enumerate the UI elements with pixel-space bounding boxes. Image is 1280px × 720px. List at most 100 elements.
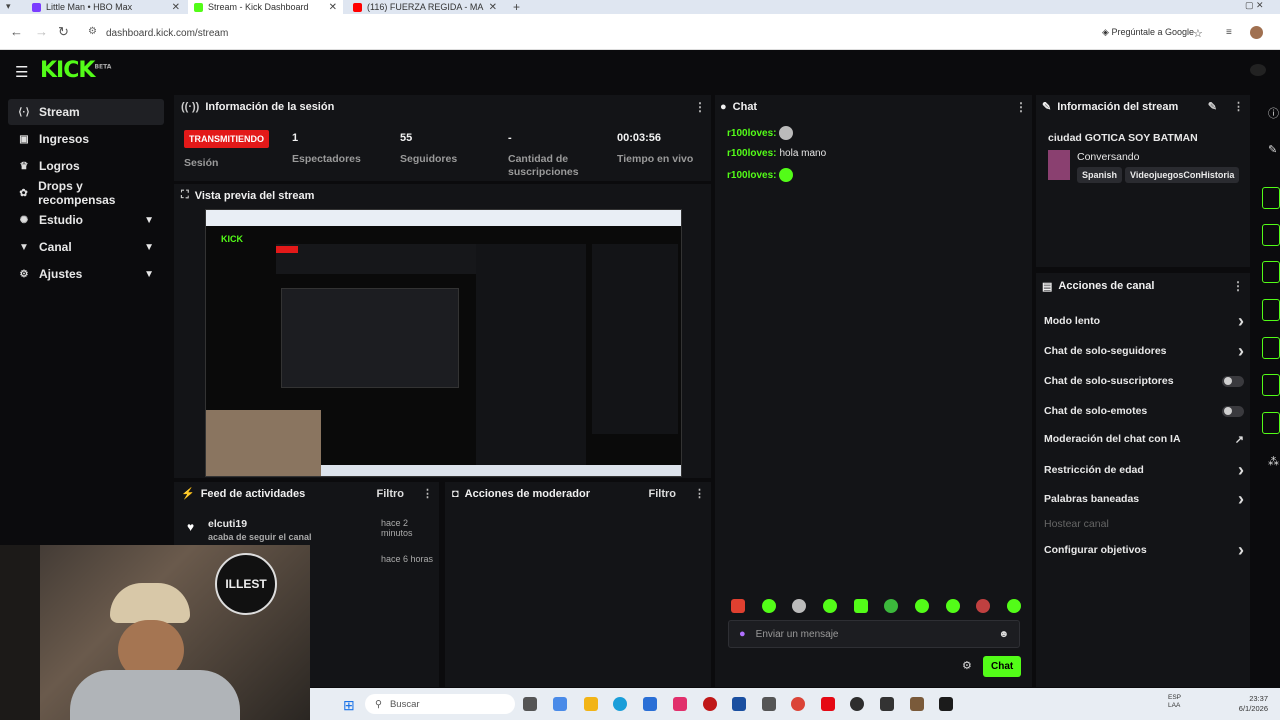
microphone-icon[interactable]: ● [739, 628, 746, 640]
bookmark-star-icon[interactable]: ☆ [1193, 27, 1203, 40]
sidebar-item-ajustes[interactable]: ⚙ Ajustes ▼ [8, 261, 164, 287]
more-options-icon[interactable]: ⋮ [1232, 279, 1244, 293]
more-options-icon[interactable]: ⋮ [422, 487, 433, 500]
taskbar-search[interactable]: ⚲ Buscar [365, 694, 515, 714]
app-icon[interactable] [880, 697, 894, 711]
emote-icon[interactable] [853, 599, 868, 613]
sidebar-item-canal[interactable]: ▼ Canal ▼ [8, 234, 164, 260]
emoji-picker-icon[interactable]: ☻ [998, 629, 1009, 640]
tab-list-icon[interactable]: ▾ [6, 1, 11, 12]
ask-google-button[interactable]: ◈ Pregúntale a Google [1102, 27, 1194, 38]
rail-button[interactable] [1262, 374, 1280, 396]
channel-action-label: Palabras baneadas [1044, 493, 1140, 505]
channel-action-item[interactable]: Chat de solo-emotes [1044, 404, 1244, 418]
toggle-switch[interactable] [1222, 375, 1244, 387]
emote-icon[interactable] [884, 599, 899, 613]
emote-icon[interactable] [761, 599, 776, 613]
forward-icon[interactable]: → [35, 24, 48, 39]
rail-button[interactable] [1262, 224, 1280, 246]
emote-icon[interactable] [914, 599, 929, 613]
rail-button[interactable] [1262, 299, 1280, 321]
url-field[interactable]: ⚙ dashboard.kick.com/stream [80, 20, 1190, 46]
pencil-icon[interactable]: ✎ [1268, 143, 1277, 156]
kick-app-icon[interactable] [939, 697, 953, 711]
back-icon[interactable]: ← [10, 24, 23, 39]
browser-tab-youtube[interactable]: (116) FUERZA REGIDA - MA ✕ [347, 0, 503, 14]
browser-tab-hbo[interactable]: Little Man • HBO Max ✕ [26, 0, 186, 14]
emote-icon[interactable] [792, 599, 807, 613]
task-view-icon[interactable] [523, 697, 537, 711]
channel-action-item[interactable]: Configurar objetivos › [1044, 540, 1244, 560]
channel-action-item[interactable]: Modo lento › [1044, 311, 1244, 331]
channel-action-item[interactable]: Palabras baneadas › [1044, 489, 1244, 509]
more-options-icon[interactable]: ⋮ [1233, 100, 1244, 113]
more-options-icon[interactable]: ⋮ [694, 487, 705, 500]
chat-username[interactable]: r100loves: [727, 128, 776, 139]
sidebar-item-estudio[interactable]: ✺ Estudio ▼ [8, 207, 164, 233]
emote-icon[interactable] [1006, 599, 1021, 613]
copilot-icon[interactable] [553, 697, 567, 711]
activity-filter-button[interactable]: Filtro [377, 488, 405, 500]
netflix-icon[interactable] [821, 697, 835, 711]
activity-user[interactable]: elcuti19 [208, 518, 247, 530]
chat-username[interactable]: r100loves: [727, 148, 776, 159]
more-options-icon[interactable]: ⋮ [1015, 100, 1027, 114]
kick-topbar [0, 50, 1280, 92]
rail-button[interactable] [1262, 412, 1280, 434]
sidebar-item-drops[interactable]: ✿ Drops y recompensas [8, 179, 164, 207]
emote-icon[interactable] [731, 599, 745, 613]
chat-settings-icon[interactable]: ⚙ [962, 659, 972, 672]
site-info-icon[interactable]: ⚙ [88, 26, 97, 37]
close-tab-icon[interactable]: ✕ [172, 2, 180, 13]
file-explorer-icon[interactable] [584, 697, 598, 711]
hamburger-menu-icon[interactable]: ☰ [15, 63, 28, 81]
store-icon[interactable] [643, 697, 657, 711]
chat-input[interactable]: ● Enviar un mensaje ☻ [728, 620, 1020, 648]
extensions-icon[interactable]: ≡ [1226, 27, 1232, 38]
rail-button[interactable] [1262, 337, 1280, 359]
taskbar-time[interactable]: 23:37 [1232, 694, 1268, 703]
chrome-icon[interactable] [791, 697, 805, 711]
taskbar-language[interactable]: ESP LAA [1168, 694, 1188, 710]
profile-avatar[interactable] [1250, 26, 1263, 39]
sidebar-item-stream[interactable]: ⟨·⟩ Stream [8, 99, 164, 125]
sidebar-item-logros[interactable]: ♛ Logros [8, 153, 164, 179]
app-icon[interactable] [910, 697, 924, 711]
app-icon[interactable] [703, 697, 717, 711]
app-icon[interactable] [762, 697, 776, 711]
toggle-switch[interactable] [1222, 405, 1244, 417]
share-icon[interactable]: ⁂ [1268, 455, 1279, 468]
browser-tab-kick[interactable]: Stream - Kick Dashboard ✕ [188, 0, 343, 14]
app-icon[interactable] [732, 697, 746, 711]
emote-icon[interactable] [822, 599, 837, 613]
moderator-filter-button[interactable]: Filtro [649, 488, 677, 500]
taskbar-date[interactable]: 6/1/2026 [1226, 704, 1268, 713]
rail-button[interactable] [1262, 261, 1280, 283]
kick-logo[interactable]: KICKBETA [40, 58, 111, 83]
channel-action-item[interactable]: Restricción de edad › [1044, 460, 1244, 480]
sidebar-item-ingresos[interactable]: ▣ Ingresos [8, 126, 164, 152]
close-tab-icon[interactable]: ✕ [329, 2, 337, 13]
close-tab-icon[interactable]: ✕ [489, 2, 497, 13]
emote-icon[interactable] [976, 599, 991, 613]
edit-icon[interactable]: ✎ [1208, 100, 1217, 113]
reload-icon[interactable]: ↻ [58, 24, 69, 40]
channel-action-item[interactable]: Moderación del chat con IA ↗ [1044, 432, 1244, 446]
instagram-icon[interactable] [673, 697, 687, 711]
channel-action-item[interactable]: Chat de solo-suscriptores [1044, 374, 1244, 388]
channel-action-item[interactable]: Chat de solo-seguidores › [1044, 341, 1244, 361]
stream-preview-video[interactable]: KICK [205, 209, 682, 477]
edge-icon[interactable] [613, 697, 627, 711]
stream-category[interactable]: Conversando [1077, 151, 1139, 163]
rail-button[interactable] [1262, 187, 1280, 209]
user-avatar[interactable] [1250, 64, 1266, 76]
more-options-icon[interactable]: ⋮ [694, 100, 706, 114]
window-controls-icon[interactable]: ▢ ✕ [1245, 0, 1264, 11]
new-tab-icon[interactable]: + [513, 0, 520, 14]
info-icon[interactable]: ⓘ [1268, 105, 1279, 121]
app-icon[interactable] [850, 697, 864, 711]
send-chat-button[interactable]: Chat [983, 656, 1022, 677]
windows-start-icon[interactable]: ⊞ [343, 697, 355, 714]
emote-icon[interactable] [945, 599, 960, 613]
chat-username[interactable]: r100loves: [727, 170, 776, 181]
